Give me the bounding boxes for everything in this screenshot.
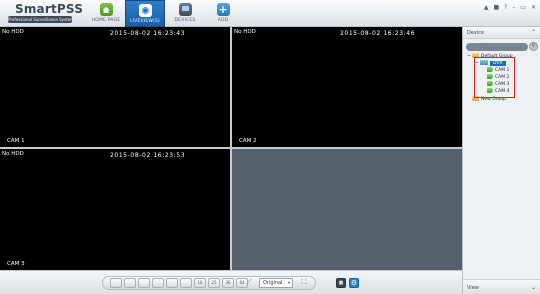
device-panel-header[interactable]: Device ⌃: [463, 27, 540, 39]
split-16-button[interactable]: 16: [194, 278, 206, 288]
timestamp: 2015-08-02 16:23:43: [110, 30, 186, 37]
split-36-button[interactable]: 36: [222, 278, 234, 288]
tab-devices-label: DEVICES: [174, 18, 196, 23]
tab-devices[interactable]: DEVICES: [168, 0, 202, 27]
timestamp: 2015-08-02 16:23:53: [110, 152, 186, 159]
camera-label: CAM 1: [7, 138, 25, 144]
smartpss-window: SmartPSS Professional Surveillance Syste…: [0, 0, 540, 294]
tree-group-label: New Group: [481, 97, 506, 102]
dvr-icon: [480, 60, 488, 65]
split-13-button[interactable]: [180, 278, 192, 288]
home-icon: [99, 3, 113, 16]
folder-icon: [472, 53, 479, 58]
tree-group-label: Default Group: [481, 54, 513, 59]
video-pane-2[interactable]: No HDD 2015-08-02 16:23:46 CAM 2: [232, 27, 462, 147]
logo-title: SmartPSS: [15, 2, 84, 16]
stream-select-value: Original: [263, 280, 283, 286]
logo-subtitle: Professional Surveillance System: [8, 16, 72, 23]
top-bar: SmartPSS Professional Surveillance Syste…: [0, 0, 540, 27]
devices-icon: [178, 3, 192, 16]
camera-icon: [487, 67, 493, 72]
tree-camera-1[interactable]: CAM 1: [487, 67, 509, 74]
bottom-toolbar: 16 25 36 64 ⟋ Original ▾ ⛶ ■ ⚙: [0, 270, 462, 294]
tree-device-label: DVR: [490, 61, 506, 66]
tree-camera-3[interactable]: CAM 3: [487, 81, 509, 88]
tab-liveview[interactable]: LIVEVIEW(S): [125, 0, 165, 27]
tab-home-page[interactable]: HOME PAGE: [88, 0, 124, 27]
stream-select[interactable]: Original ▾: [259, 278, 293, 288]
fullscreen-icon[interactable]: ⛶: [298, 278, 310, 288]
tab-home-page-label: HOME PAGE: [91, 18, 121, 23]
tree-camera-label: CAM 2: [495, 75, 510, 80]
window-controls: ▲ ■ ? – ▭ ✕: [484, 4, 536, 12]
save-icon[interactable]: ■: [336, 278, 346, 288]
view-panel-title: View: [467, 285, 479, 291]
tab-add[interactable]: + ADD: [208, 0, 238, 27]
video-grid: No HDD 2015-08-02 16:23:43 CAM 1 No HDD …: [0, 27, 462, 270]
lock-icon[interactable]: ■: [493, 4, 499, 12]
camera-icon: [487, 81, 493, 86]
add-icon: +: [216, 3, 230, 16]
settings-icon[interactable]: ⚙: [349, 278, 359, 288]
tree-camera-2[interactable]: CAM 2: [487, 74, 509, 81]
camera-icon: [487, 74, 493, 79]
close-icon[interactable]: ✕: [531, 4, 536, 12]
chevron-up-icon[interactable]: ⌃: [531, 29, 536, 36]
tree-device-dvr[interactable]: − DVR: [475, 60, 506, 67]
tree-camera-label: CAM 1: [495, 68, 510, 73]
split-6-button[interactable]: [138, 278, 150, 288]
hdd-status: No HDD: [2, 151, 24, 157]
device-panel: Device ⌃ ⚲ −Default Group −DVR CAM 1 CAM…: [462, 27, 540, 294]
split-4-button[interactable]: [124, 278, 136, 288]
app-logo: SmartPSS Professional Surveillance Syste…: [6, 1, 83, 25]
camera-label: CAM 3: [7, 261, 25, 267]
view-panel-header[interactable]: View ⌄: [463, 279, 540, 294]
video-pane-1[interactable]: No HDD 2015-08-02 16:23:43 CAM 1: [0, 27, 230, 147]
hdd-status: No HDD: [234, 29, 256, 35]
timestamp: 2015-08-02 16:23:46: [340, 30, 416, 37]
folder-icon: [472, 96, 479, 101]
split-25-button[interactable]: 25: [208, 278, 220, 288]
tree-camera-label: CAM 3: [495, 82, 510, 87]
user-icon[interactable]: ▲: [484, 4, 489, 12]
device-search-input[interactable]: [466, 43, 528, 51]
edit-layout-icon[interactable]: ⟋: [244, 278, 254, 288]
tab-add-label: ADD: [217, 18, 229, 23]
camera-label: CAM 2: [239, 138, 257, 144]
split-8-button[interactable]: [152, 278, 164, 288]
help-icon[interactable]: ?: [504, 4, 507, 12]
split-1-button[interactable]: [110, 278, 122, 288]
hdd-status: No HDD: [2, 29, 24, 35]
video-pane-4-empty[interactable]: [232, 149, 462, 270]
video-pane-3[interactable]: No HDD 2015-08-02 16:23:53 CAM 3: [0, 149, 230, 270]
tree-camera-4[interactable]: CAM 4: [487, 88, 509, 95]
tree-group-new[interactable]: New Group: [472, 96, 506, 103]
chevron-down-icon[interactable]: ⌄: [531, 284, 536, 291]
split-9-button[interactable]: [166, 278, 178, 288]
search-icon[interactable]: ⚲: [529, 42, 538, 51]
camera-icon: [487, 88, 493, 93]
liveview-icon: [138, 4, 152, 17]
chevron-down-icon: ▾: [287, 280, 290, 285]
tree-group-default[interactable]: − Default Group: [467, 53, 513, 60]
tree-camera-label: CAM 4: [495, 89, 510, 94]
minimize-icon[interactable]: –: [512, 4, 515, 12]
tab-liveview-label: LIVEVIEW(S): [129, 19, 161, 24]
restore-icon[interactable]: ▭: [520, 4, 526, 12]
device-panel-title: Device: [467, 30, 485, 36]
